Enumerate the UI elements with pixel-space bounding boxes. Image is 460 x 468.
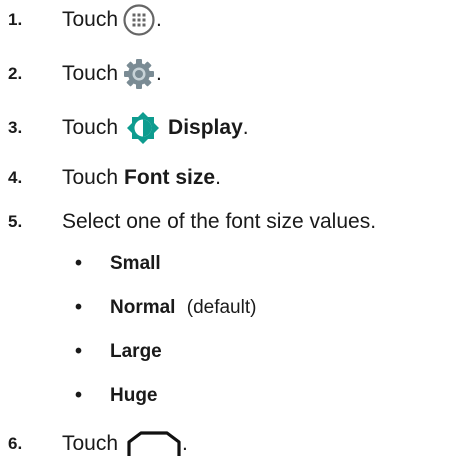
display-brightness-icon [126, 111, 160, 145]
option-label: Small [110, 253, 161, 274]
step-text: Touch [62, 62, 119, 85]
step-content: Touch . [62, 430, 188, 458]
bullet: • [75, 340, 83, 363]
step-text: Touch [62, 116, 119, 139]
option-note: (default) [186, 297, 257, 318]
step-text: Touch [62, 166, 119, 189]
option-label: Huge [110, 385, 158, 406]
step-number: 4. [8, 168, 23, 187]
font-size-label: Font size [124, 166, 216, 189]
step-content: Touch . [62, 3, 162, 37]
step-number: 6. [8, 434, 23, 453]
bullet: • [75, 296, 83, 319]
step-content: Select one of the font size values. [62, 210, 376, 234]
step-period: . [215, 166, 221, 189]
step-text: Touch [62, 8, 119, 31]
step-number: 1. [8, 10, 23, 29]
step-period: . [156, 62, 162, 85]
step-number: 2. [8, 64, 23, 83]
step-number: 5. [8, 212, 23, 231]
step-period: . [182, 432, 188, 455]
step-text: Touch [62, 432, 119, 455]
step-content: Touch Display . [62, 111, 249, 145]
option-text: Large [110, 341, 162, 363]
home-icon [126, 430, 182, 458]
step-number: 3. [8, 118, 23, 137]
step-period: . [156, 8, 162, 31]
settings-gear-icon [122, 57, 156, 91]
bullet: • [75, 384, 83, 407]
display-label: Display [168, 116, 243, 139]
step-content: Touch Font size . [62, 166, 221, 190]
step-period: . [242, 116, 249, 139]
bullet: • [75, 252, 83, 275]
step-text: Select one of the font size values. [62, 210, 377, 233]
option-label: Normal [110, 297, 176, 318]
option-label: Large [110, 341, 162, 362]
option-text: Small [110, 253, 161, 275]
option-text: Normal (default) [110, 297, 256, 319]
all-apps-icon [122, 3, 156, 37]
option-text: Huge [110, 385, 158, 407]
step-content: Touch . [62, 57, 162, 91]
